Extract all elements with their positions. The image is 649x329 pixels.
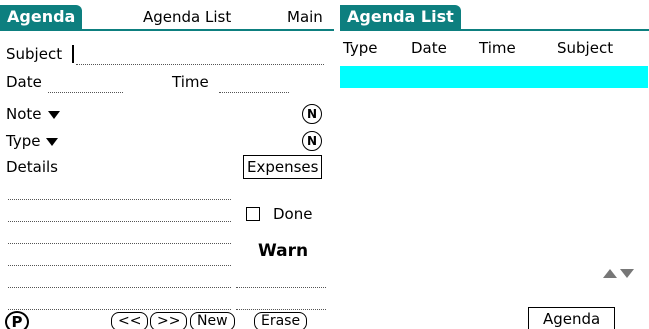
time-label: Time [172, 73, 209, 91]
agenda-list-title: Agenda List [340, 5, 461, 29]
expenses-button[interactable]: Expenses [243, 155, 323, 179]
prev-button[interactable]: << [111, 312, 149, 329]
subject-label: Subject [6, 45, 63, 63]
note-n-icon[interactable]: N [302, 104, 322, 124]
chevron-down-icon [47, 110, 60, 119]
details-line [8, 221, 231, 222]
agenda-title: Agenda [0, 5, 83, 29]
details-line [236, 309, 326, 310]
done-label: Done [273, 205, 313, 223]
type-n-icon[interactable]: N [302, 131, 322, 151]
details-line [8, 287, 231, 288]
details-line [8, 309, 231, 310]
new-button[interactable]: New [190, 312, 235, 329]
details-line [8, 243, 231, 244]
subject-field[interactable] [76, 64, 324, 65]
scroll-up-icon[interactable] [603, 269, 617, 278]
column-date[interactable]: Date [411, 38, 447, 58]
erase-button[interactable]: Erase [254, 312, 308, 329]
agenda-screen: Agenda Agenda List Main Subject Date Tim… [0, 0, 334, 329]
menu-main[interactable]: Main [287, 6, 323, 28]
details-line [8, 199, 231, 200]
menu-agenda-list[interactable]: Agenda List [143, 6, 231, 28]
time-field[interactable] [219, 92, 289, 93]
type-label: Type [6, 132, 41, 150]
column-subject[interactable]: Subject [557, 38, 613, 58]
subject-cursor [72, 45, 74, 63]
done-checkbox[interactable] [246, 207, 260, 221]
agenda-button[interactable]: Agenda [528, 307, 616, 329]
type-picker[interactable]: Type [6, 131, 59, 151]
date-label: Date [6, 73, 42, 91]
column-time[interactable]: Time [479, 38, 516, 58]
column-type[interactable]: Type [343, 38, 377, 58]
next-button[interactable]: >> [150, 312, 188, 329]
title-rule [340, 29, 649, 31]
chevron-down-icon [46, 137, 59, 146]
date-field[interactable] [48, 92, 123, 93]
note-picker[interactable]: Note [6, 104, 60, 124]
details-line [8, 265, 231, 266]
scroll-down-icon[interactable] [620, 269, 634, 278]
agenda-list-screen: Agenda List Type Date Time Subject Agend… [340, 0, 649, 329]
title-rule [0, 29, 334, 31]
note-label: Note [6, 105, 42, 123]
p-icon[interactable]: P [5, 311, 29, 329]
warn-label: Warn [258, 241, 309, 261]
details-line [236, 287, 326, 288]
details-label: Details [6, 158, 59, 176]
selected-row[interactable] [340, 66, 648, 88]
